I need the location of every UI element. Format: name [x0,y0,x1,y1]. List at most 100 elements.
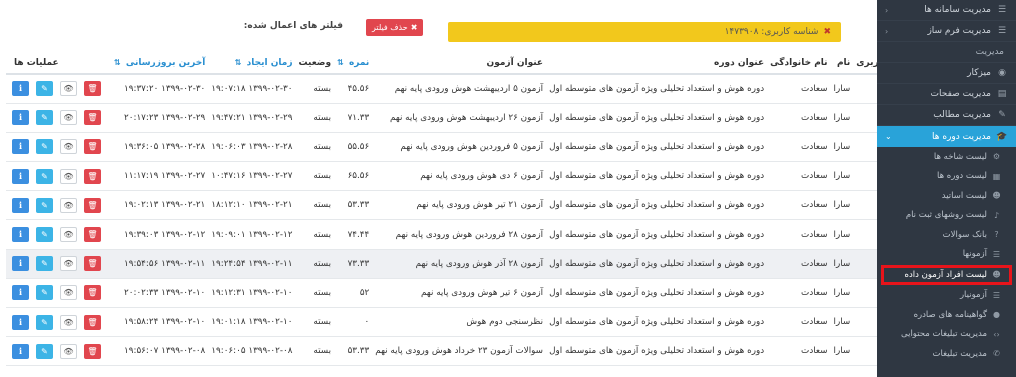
sidebar-subitem[interactable]: ? بانک سوالات [877,225,1016,245]
cell-exam: آزمون ۶ دی هوش ورودی پایه نهم [372,161,547,192]
sidebar-subitem-label: لیست روشهای ثبت نام [905,210,987,221]
sidebar-item-courses[interactable]: 🎓 مدیریت دوره ها ⌄ [877,126,1016,147]
delete-button[interactable]: 🗑 [84,285,101,301]
sidebar-item-pages[interactable]: ▤ مدیریت صفحات [877,84,1016,105]
view-button[interactable]: 👁 [60,227,77,243]
col-updated[interactable]: آخرین بروزرسانی ⇅ [111,53,209,75]
info-button[interactable]: i [12,314,29,330]
delete-button[interactable]: 🗑 [84,343,101,359]
list-icon: ☰ [997,26,1007,36]
row-actions: 🗑 👁 ✎ i [6,103,111,133]
row-actions: 🗑 👁 ✎ i [6,249,111,279]
info-button[interactable]: i [12,139,29,155]
view-button[interactable]: 👁 [60,314,77,330]
sidebar-subitem[interactable]: ● گواهینامه های صادره [877,305,1016,325]
cell-last-name: سعادت [767,336,831,367]
cell-exam: آزمون ۲۶ اردیبهشت هوش ورودی پایه نهم [372,103,547,133]
edit-button[interactable]: ✎ [36,343,53,359]
sidebar-item-systems[interactable]: ☰ مدیریت سامانه ها ‹ [877,0,1016,21]
view-button[interactable]: 👁 [60,139,77,155]
cell-status: بسته [295,103,335,133]
view-button[interactable]: 👁 [60,256,77,272]
cell-score: ۵۵.۵۶ [334,132,373,163]
col-last-name: نام خانوادگی [767,53,831,75]
info-button[interactable]: i [12,285,29,301]
delete-button[interactable]: 🗑 [84,227,101,243]
sidebar-subitem[interactable]: ☻ لیست اساتید [877,186,1016,206]
sidebar-subitem-label: بانک سوالات [942,229,987,240]
info-button[interactable]: i [12,197,29,213]
remove-filter-icon[interactable]: ✖ [823,27,831,37]
edit-icon: ✎ [41,200,48,210]
view-button[interactable]: 👁 [60,81,77,97]
edit-button[interactable]: ✎ [36,81,53,97]
sidebar-subitem[interactable]: ☰ آزمونیار [877,286,1016,306]
sidebar-item-dashboard[interactable]: ◉ میزکار [877,63,1016,84]
delete-button[interactable]: 🗑 [84,110,101,126]
sidebar-item-label: مدیریت فرم ساز [927,26,991,36]
edit-button[interactable]: ✎ [36,139,53,155]
cell-score: ۷۳.۳۳ [334,249,373,279]
edit-icon: ✎ [41,259,48,269]
edit-button[interactable]: ✎ [36,168,53,184]
view-button[interactable]: 👁 [60,285,77,301]
cell-last-name: سعادت [767,278,831,309]
sidebar-subitem[interactable]: ☻ لیست افراد آزمون داده [881,265,1012,285]
sidebar-item-form-builder[interactable]: ☰ مدیریت فرم ساز ‹ [877,21,1016,42]
edit-button[interactable]: ✎ [36,110,53,126]
cell-course: دوره هوش و استعداد تحلیلی ویژه آزمون های… [546,219,768,250]
sidebar-subitem[interactable]: ‹› مدیریت تبلیغات محتوایی [877,325,1016,345]
cell-created: ۱۳۹۹-۰۲-۰۸ ۱۹:۰۶:۰۵ [208,336,296,367]
edit-button[interactable]: ✎ [36,314,53,330]
sidebar-subitem[interactable]: ⚙ لیست شاخه ها [877,147,1016,167]
trash-icon: 🗑 [87,84,98,94]
cell-score: ۵۳.۳۳ [334,190,373,221]
delete-button[interactable]: 🗑 [84,197,101,213]
delete-button[interactable]: 🗑 [84,81,101,97]
eye-icon: 👁 [63,171,74,181]
table-row: ۲۸۹۸۵۳۱۱۴۷۳۹۰۸ساراسعادتدوره هوش و استعدا… [6,219,972,250]
edit-icon: ✎ [41,142,48,152]
sidebar-item-articles[interactable]: ✎ مدیریت مطالب [877,105,1016,126]
cell-exam: آزمون ۵ اردیبهشت هوش ورودی پایه نهم [372,74,547,104]
active-filter-chip[interactable]: ✖ شناسه کاربری: ۱۴۷۳۹۰۸ [448,22,841,42]
cell-course: دوره هوش و استعداد تحلیلی ویژه آزمون های… [546,307,768,338]
info-button[interactable]: i [12,343,29,359]
info-button[interactable]: i [12,227,29,243]
sidebar-subitem[interactable]: ✆ مدیریت تبلیغات [877,344,1016,364]
cell-created: ۱۳۹۹-۰۲-۲۹ ۱۹:۴۷:۲۱ [208,103,296,133]
delete-button[interactable]: 🗑 [84,256,101,272]
cell-course: دوره هوش و استعداد تحلیلی ویژه آزمون های… [546,103,768,133]
sidebar-subitem[interactable]: ☰ آزمونها [877,245,1016,265]
delete-button[interactable]: 🗑 [84,139,101,155]
delete-filter-button[interactable]: ✖ حذف فیلتر [366,19,424,36]
sidebar-subitem[interactable]: ♪ لیست روشهای ثبت نام [877,206,1016,226]
cell-created: ۱۳۹۹-۰۲-۱۰ ۱۹:۰۱:۱۸ [208,307,296,338]
edit-button[interactable]: ✎ [36,256,53,272]
view-button[interactable]: 👁 [60,343,77,359]
col-created[interactable]: زمان ایجاد ⇅ [208,53,296,75]
info-button[interactable]: i [12,256,29,272]
edit-button[interactable]: ✎ [36,227,53,243]
cell-updated: ۱۳۹۹-۰۲-۰۸ ۱۹:۵۶:۰۷ [111,336,209,367]
sidebar-subitem-label: لیست دوره ها [936,171,987,182]
sidebar-subitem[interactable]: ▦ لیست دوره ها [877,167,1016,187]
delete-button[interactable]: 🗑 [84,314,101,330]
eye-icon: 👁 [63,84,74,94]
view-button[interactable]: 👁 [60,197,77,213]
sidebar-subitem-label: لیست اساتید [941,190,987,201]
edit-button[interactable]: ✎ [36,197,53,213]
info-button[interactable]: i [12,110,29,126]
info-button[interactable]: i [12,168,29,184]
sidebar-item-label: مدیریت صفحات [930,89,991,99]
edit-button[interactable]: ✎ [36,285,53,301]
active-filter-label: شناسه کاربری: ۱۴۷۳۹۰۸ [724,27,819,37]
sidebar-subitem-label: مدیریت تبلیغات محتوایی [901,329,987,340]
view-button[interactable]: 👁 [60,168,77,184]
delete-button[interactable]: 🗑 [84,168,101,184]
info-button[interactable]: i [12,81,29,97]
view-button[interactable]: 👁 [60,110,77,126]
trash-icon: 🗑 [87,113,98,123]
sidebar-subitem-label: گواهینامه های صادره [913,309,987,320]
col-score[interactable]: نمره ⇅ [334,53,373,75]
